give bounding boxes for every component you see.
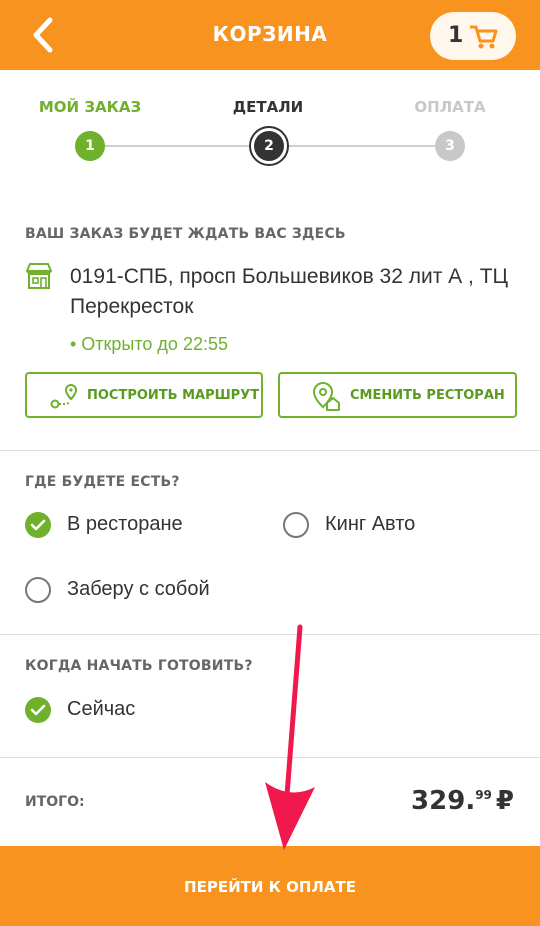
cart-count: 1 [448, 23, 464, 48]
cook-section-title: КОГДА НАЧАТЬ ГОТОВИТЬ? [25, 658, 253, 674]
restaurant-address: 0191-СПБ, просп Большевиков 32 лит А , Т… [70, 265, 509, 318]
total-kopecks: 99 [475, 788, 492, 802]
dine-option-takeaway[interactable]: Заберу с собой [25, 577, 275, 607]
pickup-section-title: ВАШ ЗАКАЗ БУДЕТ ЖДАТЬ ВАС ЗДЕСЬ [25, 226, 346, 242]
checkout-stepper: МОЙ ЗАКАЗ ДЕТАЛИ ОПЛАТА 1 2 3 [0, 94, 540, 174]
step-connector [90, 145, 268, 147]
step-connector [268, 145, 450, 147]
store-icon [26, 263, 52, 289]
open-status: • Открыто до 22:55 [70, 334, 228, 354]
go-to-payment-button[interactable]: ПЕРЕЙТИ К ОПЛАТЕ [0, 846, 540, 926]
radio-unchecked-icon [283, 512, 309, 538]
route-icon [50, 383, 78, 409]
build-route-label: ПОСТРОИТЬ МАРШРУТ [87, 388, 260, 403]
change-restaurant-label: СМЕНИТЬ РЕСТОРАН [350, 388, 505, 403]
change-restaurant-button[interactable]: СМЕНИТЬ РЕСТОРАН [278, 372, 517, 418]
radio-unchecked-icon [25, 577, 51, 603]
build-route-button[interactable]: ПОСТРОИТЬ МАРШРУТ [25, 372, 263, 418]
step-label-my-order: МОЙ ЗАКАЗ [38, 98, 142, 116]
radio-checked-icon [25, 512, 51, 538]
radio-checked-icon [25, 697, 51, 723]
section-divider [0, 634, 540, 635]
app-header: КОРЗИНА 1 [0, 0, 540, 70]
section-divider [0, 757, 540, 758]
dine-option-restaurant[interactable]: В ресторане [25, 512, 225, 542]
cook-option-now[interactable]: Сейчас [25, 697, 225, 727]
location-home-icon [312, 381, 340, 411]
step-circle-3: 3 [435, 131, 465, 161]
step-label-details: ДЕТАЛИ [232, 98, 304, 116]
dine-option-label: Кинг Авто [325, 513, 416, 535]
cart-button[interactable]: 1 [430, 12, 516, 60]
total-label: ИТОГО: [25, 794, 85, 810]
go-to-payment-label: ПЕРЕЙТИ К ОПЛАТЕ [184, 878, 356, 896]
dine-section-title: ГДЕ БУДЕТЕ ЕСТЬ? [25, 474, 180, 490]
cook-option-label: Сейчас [67, 698, 136, 720]
currency-sign: ₽ [495, 786, 514, 816]
step-circle-1[interactable]: 1 [75, 131, 105, 161]
step-circle-2: 2 [254, 131, 284, 161]
cart-icon [470, 25, 498, 49]
total-rubles: 329. [411, 786, 476, 816]
dine-option-king-auto[interactable]: Кинг Авто [283, 512, 483, 542]
total-value: 329.99 ₽ [411, 786, 514, 816]
step-label-payment: ОПЛАТА [414, 98, 486, 116]
dine-option-label: В ресторане [67, 513, 183, 535]
dine-option-label: Заберу с собой [67, 578, 210, 600]
section-divider [0, 450, 540, 451]
